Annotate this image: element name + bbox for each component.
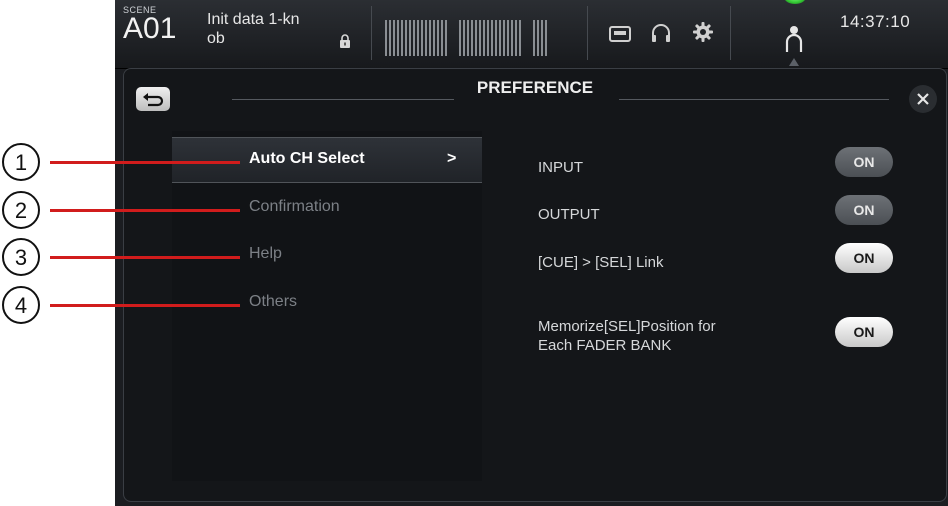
option-label-input: INPUT xyxy=(538,159,583,176)
callout-line-2 xyxy=(50,209,240,212)
preference-panel: PREFERENCE Auto CH Select > Confirmation… xyxy=(123,68,947,502)
callout-line-1 xyxy=(50,161,240,164)
meter-bar xyxy=(507,20,509,56)
title-rule xyxy=(619,99,889,100)
active-indicator xyxy=(784,0,806,4)
callout-line-4 xyxy=(50,304,240,307)
menu-item-label: Others xyxy=(249,293,298,310)
page-title: PREFERENCE xyxy=(476,78,594,97)
meter-bar xyxy=(433,20,435,56)
meter-bar xyxy=(495,20,497,56)
meter-bar xyxy=(515,20,517,56)
meter-bar xyxy=(397,20,399,56)
option-label-memorize-sel-position: Memorize[SEL]Position for Each FADER BAN… xyxy=(538,318,716,354)
user-icon xyxy=(785,26,803,52)
meter-bar xyxy=(459,20,461,56)
svg-text:3: 3 xyxy=(15,245,27,270)
menu-item-label: Auto CH Select xyxy=(249,150,365,167)
callout-1: 1 xyxy=(2,143,40,181)
mixer-screen: SCENE A01 Init data 1-kn ob 14:37:10 PRE… xyxy=(115,0,948,506)
menu-item-help[interactable]: Help xyxy=(172,233,482,277)
meter-bar xyxy=(519,20,521,56)
toggle-cue-sel-link[interactable]: ON xyxy=(835,243,893,273)
svg-text:2: 2 xyxy=(15,198,27,223)
meter-bar xyxy=(413,20,415,56)
option-label-output: OUTPUT xyxy=(538,206,600,223)
meter-bar xyxy=(409,20,411,56)
option-label-cue-sel-link: [CUE] > [SEL] Link xyxy=(538,254,664,271)
meter-bar xyxy=(537,20,539,56)
meter-bar xyxy=(467,20,469,56)
title-rule xyxy=(232,99,454,100)
headphones-icon[interactable] xyxy=(650,22,672,44)
meter-bar xyxy=(503,20,505,56)
callout-line-3 xyxy=(50,256,240,259)
meter-bar xyxy=(483,20,485,56)
meter-bar xyxy=(437,20,439,56)
meter-bar xyxy=(511,20,513,56)
menu-item-label: Confirmation xyxy=(249,198,340,215)
meter-bar xyxy=(429,20,431,56)
menu-item-auto-ch-select[interactable]: Auto CH Select > xyxy=(172,137,482,183)
meter-bar xyxy=(541,20,543,56)
callout-3: 3 xyxy=(2,238,40,276)
toggle-input[interactable]: ON xyxy=(835,147,893,177)
svg-text:1: 1 xyxy=(15,150,27,175)
meter-bar xyxy=(425,20,427,56)
close-icon[interactable] xyxy=(908,84,938,114)
divider xyxy=(730,6,731,60)
meter-bar xyxy=(471,20,473,56)
meter-bar xyxy=(417,20,419,56)
meter-bar xyxy=(499,20,501,56)
chevron-right-icon: > xyxy=(447,150,457,167)
divider xyxy=(371,6,372,60)
pointer-triangle-icon xyxy=(789,58,799,66)
scene-number[interactable]: A01 xyxy=(123,12,176,46)
meter-bar xyxy=(385,20,387,56)
menu-item-label: Help xyxy=(249,245,282,262)
meter-bar xyxy=(479,20,481,56)
meter-bar xyxy=(441,20,443,56)
gear-icon[interactable] xyxy=(692,21,714,43)
top-bar: SCENE A01 Init data 1-kn ob 14:37:10 xyxy=(115,0,948,69)
recorder-icon[interactable] xyxy=(609,26,631,42)
callout-4: 4 xyxy=(2,286,40,324)
meter-bar xyxy=(393,20,395,56)
clock: 14:37:10 xyxy=(840,12,911,31)
svg-text:4: 4 xyxy=(15,293,27,318)
meter-bar xyxy=(445,20,447,56)
level-meters[interactable] xyxy=(385,12,577,56)
meter-bar xyxy=(401,20,403,56)
menu-item-others[interactable]: Others xyxy=(172,281,482,325)
divider xyxy=(587,6,588,60)
meter-bar xyxy=(533,20,535,56)
lock-icon xyxy=(340,34,350,48)
toggle-memorize-sel-position[interactable]: ON xyxy=(835,317,893,347)
scene-name[interactable]: Init data 1-kn ob xyxy=(207,10,300,48)
user-button[interactable] xyxy=(770,0,818,66)
menu-item-confirmation[interactable]: Confirmation xyxy=(172,186,482,230)
toggle-output[interactable]: ON xyxy=(835,195,893,225)
meter-bar xyxy=(475,20,477,56)
meter-bar xyxy=(421,20,423,56)
meter-bar xyxy=(389,20,391,56)
meter-bar xyxy=(545,20,547,56)
meter-bar xyxy=(487,20,489,56)
meter-bar xyxy=(491,20,493,56)
meter-bar xyxy=(405,20,407,56)
callout-2: 2 xyxy=(2,191,40,229)
meter-bar xyxy=(463,20,465,56)
